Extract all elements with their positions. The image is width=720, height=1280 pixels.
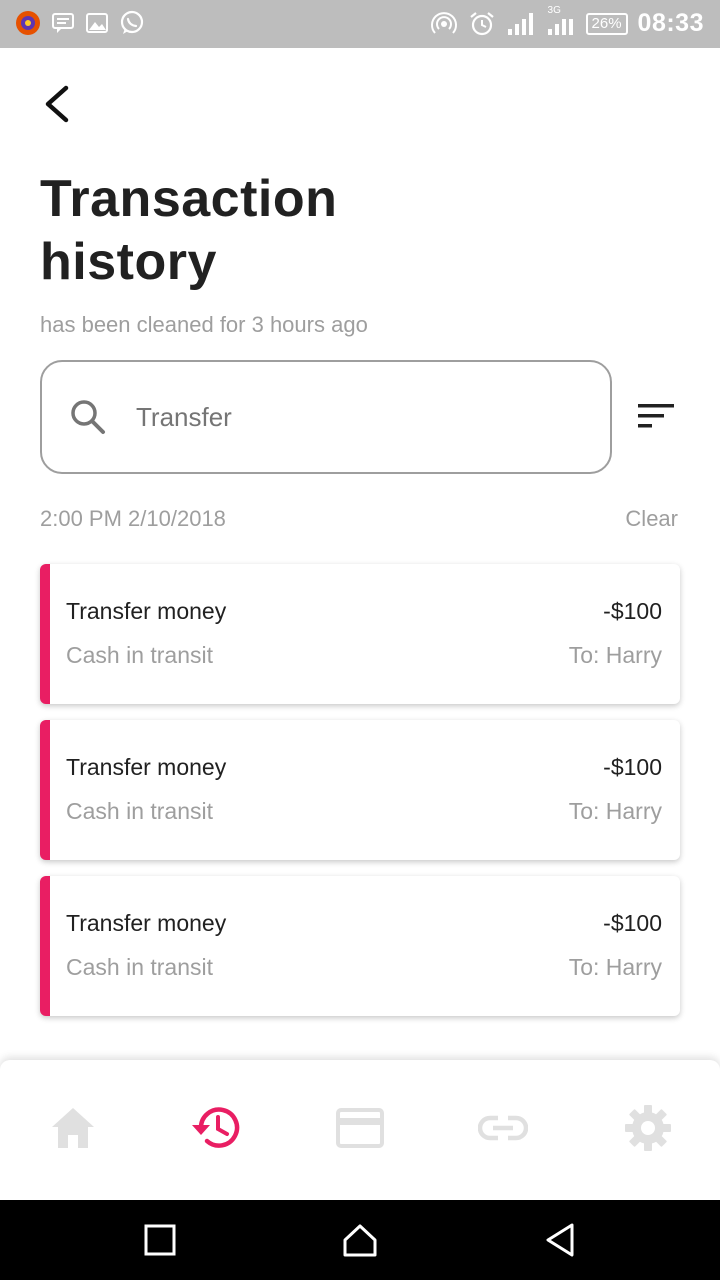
search-input[interactable]: [136, 392, 576, 442]
transaction-title: Transfer money: [66, 754, 227, 780]
nav-cards[interactable]: [324, 1096, 396, 1160]
home-icon: [52, 1108, 94, 1148]
status-time: 08:33: [637, 9, 704, 37]
transaction-title: Transfer money: [66, 598, 227, 624]
transaction-subtitle: Cash in transit: [66, 798, 214, 824]
system-status: 3G 26% 08:33: [430, 5, 704, 38]
signal-icon: [506, 11, 536, 37]
date-filter-label: 2:00 PM 2/10/2018: [40, 506, 226, 531]
signal-3g-icon: 3G: [546, 5, 576, 37]
page-title: Transaction history: [40, 170, 338, 291]
link-icon: [478, 1115, 528, 1141]
nav-home[interactable]: [37, 1096, 109, 1160]
back-button[interactable]: [36, 82, 80, 126]
whatsapp-icon: [118, 9, 146, 37]
gear-icon: [625, 1105, 671, 1151]
notification-icons: [14, 9, 146, 37]
transaction-subtitle: Cash in transit: [66, 954, 214, 980]
transaction-recipient: To: Harry: [568, 954, 662, 980]
page-subtitle: has been cleaned for 3 hours ago: [40, 312, 368, 337]
status-bar: 3G 26% 08:33: [0, 0, 720, 48]
transaction-card[interactable]: Transfer money -$100 Cash in transit To:…: [40, 564, 680, 704]
transaction-amount: -$100: [603, 754, 662, 780]
transaction-title: Transfer money: [66, 910, 227, 936]
home-system-button[interactable]: [340, 1220, 380, 1260]
nav-settings[interactable]: [612, 1096, 684, 1160]
square-icon: [144, 1224, 176, 1256]
transaction-subtitle: Cash in transit: [66, 642, 214, 668]
clear-button[interactable]: Clear: [625, 506, 678, 532]
transaction-card[interactable]: Transfer money -$100 Cash in transit To:…: [40, 720, 680, 860]
browser-app-icon: [14, 9, 42, 37]
alarm-icon: [468, 10, 496, 38]
battery-indicator: 26%: [585, 12, 628, 35]
bottom-navigation: [0, 1060, 720, 1200]
card-icon: [336, 1108, 384, 1148]
message-icon: [50, 10, 76, 36]
triangle-back-icon: [546, 1223, 574, 1257]
transaction-amount: -$100: [603, 910, 662, 936]
hotspot-icon: [430, 10, 458, 38]
back-system-button[interactable]: [540, 1220, 580, 1260]
nav-history[interactable]: [179, 1096, 251, 1160]
sort-icon: [638, 404, 674, 428]
search-box[interactable]: [40, 360, 612, 474]
transaction-card[interactable]: Transfer money -$100 Cash in transit To:…: [40, 876, 680, 1016]
transaction-list: Transfer money -$100 Cash in transit To:…: [40, 564, 680, 1032]
transaction-recipient: To: Harry: [568, 642, 662, 668]
search-icon: [68, 397, 108, 442]
sort-filter-button[interactable]: [636, 400, 678, 434]
network-type-label: 3G: [547, 4, 561, 16]
system-navigation-bar: [0, 1200, 720, 1280]
chevron-left-icon: [45, 85, 69, 123]
transaction-amount: -$100: [603, 598, 662, 624]
image-icon: [84, 10, 110, 36]
recent-apps-button[interactable]: [140, 1220, 180, 1260]
nav-links[interactable]: [467, 1096, 539, 1160]
transaction-recipient: To: Harry: [568, 798, 662, 824]
history-icon: [192, 1107, 240, 1148]
home-outline-icon: [343, 1224, 377, 1257]
